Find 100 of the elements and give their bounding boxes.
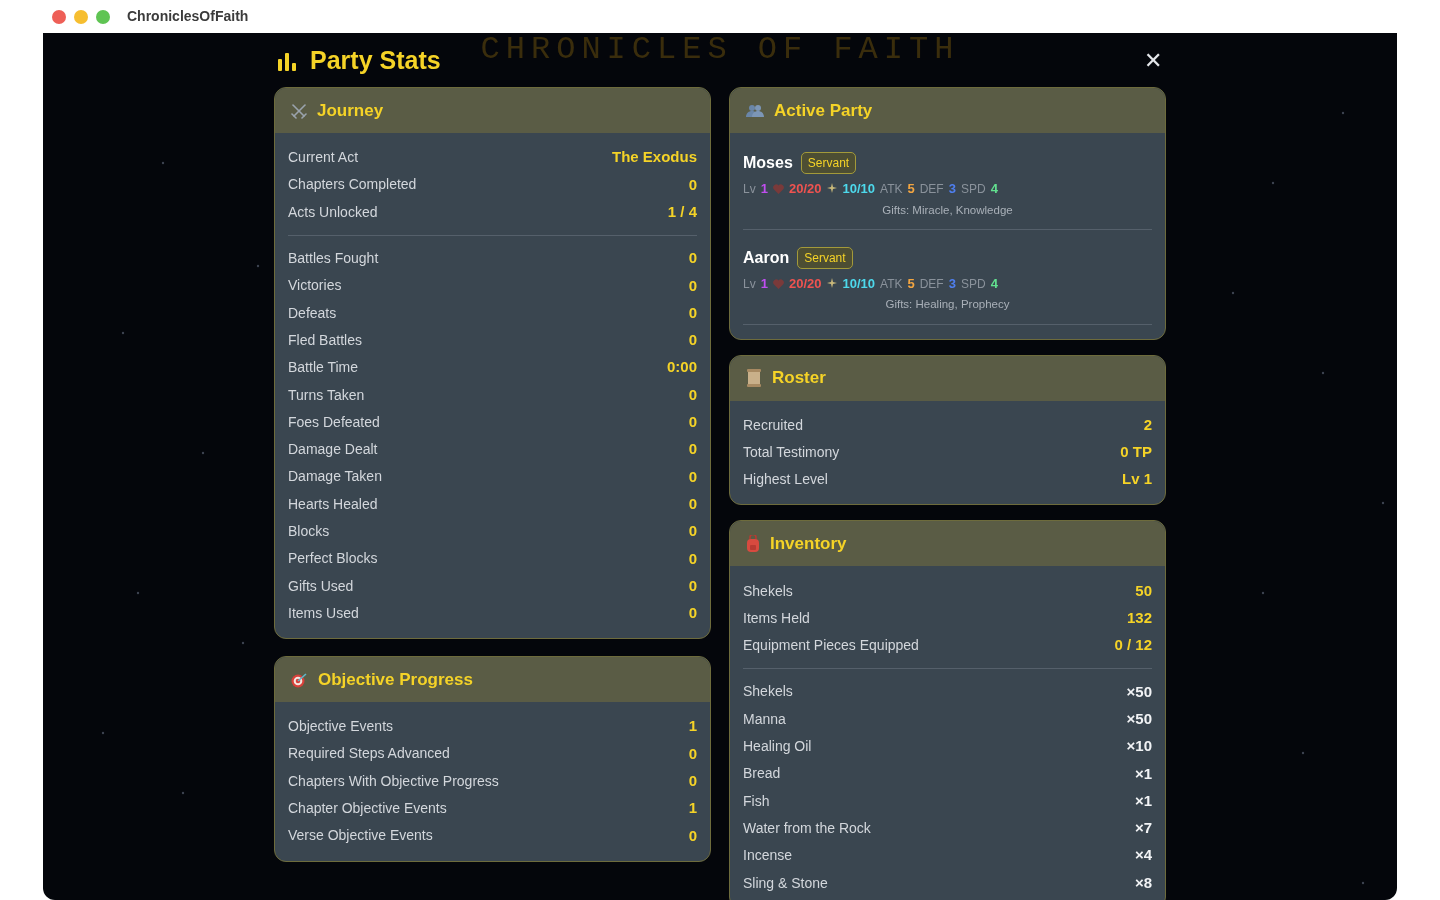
stat-label: Required Steps Advanced [288,744,450,764]
stat-value: 0 [688,384,697,405]
stat-value: 0:00 [666,357,697,378]
stat-label: Chapter Objective Events [288,799,447,819]
stat-name: Lv [743,180,756,198]
stat-value: ×4 [1134,845,1152,866]
stat-number: 20/20 [788,274,822,293]
stat-number: 10/10 [842,274,875,293]
minimize-window-button[interactable] [74,9,88,24]
stat-label: Turns Taken [288,385,365,405]
stat-number: 5 [907,274,915,293]
card-title: Roster [772,367,826,390]
stat-value: 50 [1135,580,1152,601]
stat-value: 1 [688,798,697,819]
stat-value: 0 [688,771,697,792]
stat-label: Acts Unlocked [288,202,378,222]
stat-label: Incense [743,846,793,866]
stat-label: Chapters With Objective Progress [288,771,499,791]
stat-label: Bread [743,764,781,784]
stat-number: 4 [990,180,998,198]
stat-label: Blocks [288,522,330,541]
close-button[interactable]: ✕ [1144,50,1162,72]
stat-value: 0 [688,275,697,296]
stat-label: Battle Time [288,358,359,378]
stat-value: ×7 [1134,818,1152,839]
stat-value: 0 [688,330,697,351]
stat-label: Verse Objective Events [288,826,433,846]
stat-label: Manna [743,709,786,729]
role-badge: Servant [797,246,853,269]
stat-label: Items Used [288,603,359,623]
stat-value: ×50 [1126,681,1152,702]
role-badge: Servant [800,152,857,174]
stat-name: DEF [919,275,944,293]
stat-value: 0 [688,174,697,195]
stat-number: 10/10 [842,180,875,198]
stat-number: 5 [907,180,915,198]
stat-label: Objective Events [288,717,394,737]
member-name: Moses [743,153,793,173]
people-icon [746,103,764,118]
stat-value: 1 / 4 [667,202,697,222]
stat-value: 0 [688,439,697,460]
stat-number: 1 [760,274,768,293]
close-window-button[interactable] [52,9,66,24]
stat-value: 132 [1126,608,1152,629]
member-name: Aaron [743,247,790,268]
stat-value: 0 [688,412,697,433]
stat-label: Total Testimony [743,442,840,462]
stat-number: 1 [760,180,768,198]
stat-label: Damage Dealt [288,440,378,460]
stat-name: Lv [743,275,756,293]
stat-label: Fled Battles [288,330,362,350]
stat-name: SPD [960,180,986,198]
stat-label: Recruited [743,415,803,435]
stat-value: ×1 [1134,763,1152,784]
stat-value: 2 [1143,414,1152,435]
stat-value: ×8 [1134,872,1152,893]
card-title: Inventory [770,533,847,556]
stat-label: Chapters Completed [288,175,417,195]
stat-label: Foes Defeated [288,412,380,432]
card-title: Active Party [774,99,873,122]
stat-label: Perfect Blocks [288,549,378,569]
bar-chart-icon [278,51,298,71]
stat-label: Gifts Used [288,576,354,596]
zoom-window-button[interactable] [96,9,110,24]
stat-name: SPD [960,275,986,293]
crossed-swords-icon [291,102,307,119]
stat-value: 0 [688,603,697,624]
stat-number: 4 [990,274,998,293]
stat-label: Items Held [743,608,810,628]
stat-label: Healing Oil [743,737,812,756]
stat-value: ×10 [1126,736,1152,757]
stat-name: ATK [880,180,903,198]
stat-label: Water from the Rock [743,818,871,838]
stat-value: 0 TP [1120,442,1152,463]
stat-label: Sling & Stone [743,873,828,893]
stat-label: Shekels [743,682,793,702]
stat-value: 0 [688,493,697,514]
stat-value: The Exodus [612,147,697,168]
stat-number: 3 [948,274,956,293]
heart-icon [772,278,784,289]
stat-label: Battles Fought [288,249,379,269]
gifts-text: Gifts: Healing, Prophecy [884,297,1011,313]
stat-label: Current Act [288,148,359,168]
backpack-icon [746,535,760,553]
stat-value: 0 [688,521,697,542]
sparkle-icon [826,278,838,289]
stat-value: 0 [688,575,697,596]
stat-value: ×1 [1134,790,1152,811]
stat-label: Victories [288,276,342,296]
stat-label: Highest Level [743,470,828,490]
stat-number: 20/20 [788,180,822,198]
stat-label: Shekels [743,581,793,601]
card-title: Journey [317,99,384,122]
gifts-text: Gifts: Miracle, Knowledge [881,202,1014,218]
window-title: ChroniclesOfFaith [127,7,249,26]
stat-value: 0 [688,466,697,487]
card-title: Objective Progress [318,668,473,691]
stat-name: ATK [880,275,903,293]
heart-icon [772,183,784,194]
stat-label: Defeats [288,303,337,323]
